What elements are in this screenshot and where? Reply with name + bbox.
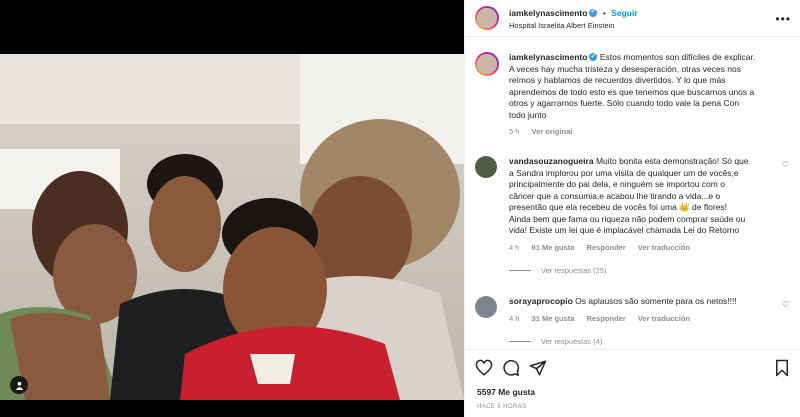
comment-line: câncer que a consumia,e acabou lhe tiran… bbox=[509, 190, 721, 201]
caption-meta: 5 h Ver original bbox=[509, 127, 789, 136]
comment-line: principalmente do pai dela, e ninguém se… bbox=[509, 179, 725, 189]
author-avatar[interactable] bbox=[475, 6, 499, 30]
post-sidebar: iamkelynascimento • Seguir Hospital Isra… bbox=[464, 0, 800, 417]
post-timestamp[interactable]: HACE 5 HORAS bbox=[477, 404, 526, 410]
caption-time[interactable]: 5 h bbox=[509, 127, 519, 136]
comment-meta: 4 h 91 Me gusta Responder Ver traducción bbox=[509, 243, 789, 252]
user-tag-button[interactable] bbox=[10, 376, 28, 394]
user-tag-icon bbox=[15, 381, 23, 390]
caption-line: Estos momentos son difíciles de explicar… bbox=[599, 52, 756, 62]
comment-username[interactable]: vandasouzanogueira bbox=[509, 156, 594, 166]
caption-username[interactable]: iamkelynascimento bbox=[509, 52, 587, 62]
heart-icon[interactable] bbox=[475, 359, 493, 377]
comment-line: Os aplausos são somente para os netos!!!… bbox=[575, 296, 737, 306]
comment-line: Muito bonita esta demonstração! Só que bbox=[595, 156, 749, 166]
post-header: iamkelynascimento • Seguir Hospital Isra… bbox=[465, 0, 800, 37]
caption-line: reímos y hablamos de recuerdos divertido… bbox=[509, 75, 726, 85]
follow-button[interactable]: Seguir bbox=[611, 8, 637, 18]
verified-icon bbox=[589, 51, 598, 63]
author-username[interactable]: iamkelynascimento bbox=[509, 8, 587, 18]
caption: iamkelynascimento Estos momentos son dif… bbox=[475, 51, 789, 136]
post-dialog: iamkelynascimento • Seguir Hospital Isra… bbox=[0, 0, 800, 417]
caption-line: A veces hay mucha tristeza y desesperaci… bbox=[509, 63, 741, 74]
reply-button[interactable]: Responder bbox=[587, 243, 626, 252]
comment-text: vandasouzanogueira Muito bonita esta dem… bbox=[509, 156, 789, 237]
comment-avatar[interactable] bbox=[475, 296, 497, 318]
share-icon[interactable] bbox=[529, 359, 547, 377]
comment-item: sorayaprocopio Os aplausos são somente p… bbox=[475, 296, 789, 346]
translate-button[interactable]: Ver traducción bbox=[638, 314, 690, 323]
translate-button[interactable]: Ver traducción bbox=[638, 243, 690, 252]
replies-line bbox=[509, 340, 531, 342]
reply-button[interactable]: Responder bbox=[587, 314, 626, 323]
caption-line: aprendemos de todo esto es que tenemos q… bbox=[509, 86, 755, 97]
post-media bbox=[0, 0, 464, 417]
author-line: iamkelynascimento • Seguir bbox=[509, 7, 638, 18]
comment-line: presentão que ela recebeu de vocês foi u… bbox=[509, 202, 728, 212]
action-bar: 5597 Me gusta HACE 5 HORAS bbox=[465, 349, 800, 417]
see-original-button[interactable]: Ver original bbox=[532, 127, 573, 136]
replies-line bbox=[509, 269, 531, 271]
separator-dot: • bbox=[602, 8, 606, 18]
comment-time[interactable]: 4 h bbox=[509, 243, 519, 252]
caption-line: otros y agarrarnos fuerte. Sólo cuando t… bbox=[509, 98, 740, 108]
post-photo[interactable] bbox=[0, 54, 464, 400]
comment-line: Ainda bem que fama ou riqueza não podem … bbox=[509, 213, 746, 224]
comment-line: vida! Existe um lei que é implacável cha… bbox=[509, 225, 740, 235]
view-replies-label: Ver respuestas (25) bbox=[541, 265, 607, 275]
bookmark-icon[interactable] bbox=[773, 359, 791, 377]
likes-count[interactable]: 5597 Me gusta bbox=[477, 387, 535, 397]
comment-like-icon[interactable]: ♡ bbox=[782, 160, 789, 169]
comments-list: iamkelynascimento Estos momentos son dif… bbox=[465, 38, 800, 349]
comment-time[interactable]: 4 h bbox=[509, 314, 519, 323]
comment-like-icon[interactable]: ♡ bbox=[782, 300, 789, 309]
caption-avatar[interactable] bbox=[475, 52, 499, 76]
comment-icon[interactable] bbox=[502, 359, 520, 377]
location-link[interactable]: Hospital Israelita Albert Einstein bbox=[509, 21, 614, 30]
comment-line: a Sandra implorou por uma visita de qual… bbox=[509, 167, 739, 178]
comment-meta: 4 h 31 Me gusta Responder Ver traducción bbox=[509, 314, 789, 323]
comment-username[interactable]: sorayaprocopio bbox=[509, 296, 573, 306]
view-replies-button[interactable]: Ver respuestas (4) bbox=[509, 337, 789, 346]
comment-likes[interactable]: 31 Me gusta bbox=[532, 314, 575, 323]
caption-text: iamkelynascimento Estos momentos son dif… bbox=[509, 51, 789, 121]
verified-icon bbox=[589, 7, 598, 17]
caption-line: todo junto bbox=[509, 109, 547, 120]
more-options-icon[interactable]: ••• bbox=[775, 12, 791, 26]
comment-likes[interactable]: 91 Me gusta bbox=[532, 243, 575, 252]
view-replies-button[interactable]: Ver respuestas (25) bbox=[509, 266, 789, 275]
view-replies-label: Ver respuestas (4) bbox=[541, 336, 603, 346]
comment-item: vandasouzanogueira Muito bonita esta dem… bbox=[475, 156, 789, 275]
comment-text: sorayaprocopio Os aplausos são somente p… bbox=[509, 296, 789, 308]
comment-avatar[interactable] bbox=[475, 156, 497, 178]
